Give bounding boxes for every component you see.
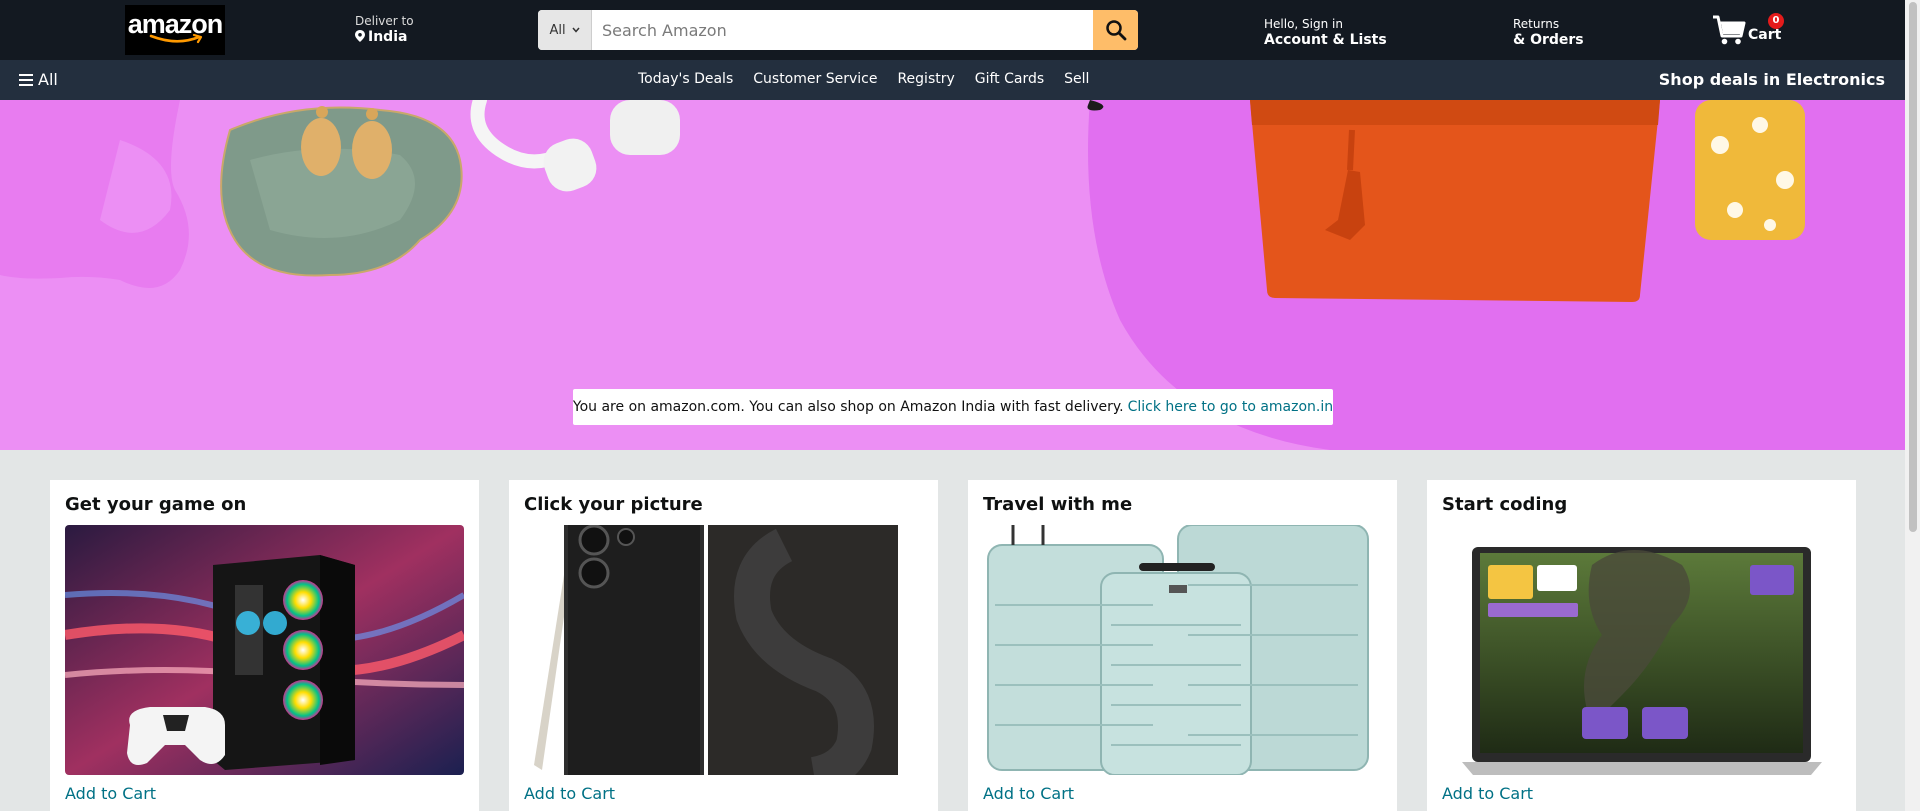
card-gaming: Get your game on Add to Cart [50,480,479,811]
luggage-image[interactable] [983,525,1382,775]
map-pin-icon [355,30,365,42]
locale-notice: You are on amazon.com. You can also shop… [573,389,1333,425]
gaming-pc-image[interactable] [65,525,464,775]
amazon-india-link[interactable]: Click here to go to amazon.in [1128,399,1334,415]
add-to-cart-link[interactable]: Add to Cart [65,784,156,803]
chevron-down-icon [571,27,580,33]
search-category-select[interactable]: All [538,10,592,50]
card-travel: Travel with me Add to Cart [968,480,1397,811]
search-category-label: All [549,22,566,38]
search-input[interactable] [592,10,1093,50]
account-lists[interactable]: Hello, Sign in Account & Lists [1264,17,1387,49]
laptop-image[interactable] [1442,525,1841,775]
returns-label: Returns [1513,17,1560,31]
returns-orders[interactable]: Returns & Orders [1513,17,1584,49]
gaming-pc-illustration [65,525,464,775]
top-nav: amazon Deliver to India All Hello, Sign … [0,0,1905,60]
deliver-to[interactable]: Deliver to India [355,14,414,46]
card-title: Start coding [1442,494,1568,515]
locale-notice-text: You are on amazon.com. You can also shop… [572,399,1124,415]
deliver-label: Deliver to [355,14,414,28]
card-title: Travel with me [983,494,1133,515]
smartphone-illustration [524,525,923,775]
hero-banner[interactable]: You are on amazon.com. You can also shop… [0,100,1905,450]
add-to-cart-link[interactable]: Add to Cart [983,784,1074,803]
card-row: Get your game on Add to Cart Click your … [0,450,1905,811]
card-title: Get your game on [65,494,247,515]
search-button[interactable] [1093,10,1138,50]
card-title: Click your picture [524,494,703,515]
all-menu-button[interactable]: All [19,70,58,89]
amazon-logo[interactable]: amazon [125,5,225,55]
nav-link-registry[interactable]: Registry [897,71,954,87]
luggage-illustration [983,525,1382,775]
nav-link-customer-service[interactable]: Customer Service [753,71,877,87]
nav-link-sell[interactable]: Sell [1064,71,1089,87]
add-to-cart-link[interactable]: Add to Cart [524,784,615,803]
add-to-cart-link[interactable]: Add to Cart [1442,784,1533,803]
search-bar: All [538,10,1138,50]
card-coding: Start coding Add to Cart [1427,480,1856,811]
orders-label: & Orders [1513,32,1584,48]
logo-smile-icon [149,34,203,44]
account-label: Account & Lists [1264,32,1387,48]
card-picture: Click your picture Add to Cart [509,480,938,811]
cart-icon [1713,15,1746,45]
laptop-illustration [1442,525,1841,775]
cart-label: Cart [1748,27,1782,43]
subnav-links: Today's Deals Customer Service Registry … [638,71,1109,87]
all-menu-label: All [38,70,58,89]
cart-button[interactable]: 0 Cart [1712,10,1784,50]
nav-link-gift-cards[interactable]: Gift Cards [975,71,1044,87]
logo-text: amazon [127,9,224,39]
deliver-location: India [368,29,408,45]
page-scrollbar[interactable] [1905,0,1920,811]
sub-nav: All Today's Deals Customer Service Regis… [0,60,1905,100]
hamburger-icon [19,73,33,86]
account-greeting: Hello, Sign in [1264,17,1343,31]
smartphone-image[interactable] [524,525,923,775]
nav-link-todays-deals[interactable]: Today's Deals [638,71,733,87]
search-icon [1105,20,1126,41]
scrollbar-thumb[interactable] [1909,2,1917,532]
electronics-deals-link[interactable]: Shop deals in Electronics [1659,70,1885,89]
